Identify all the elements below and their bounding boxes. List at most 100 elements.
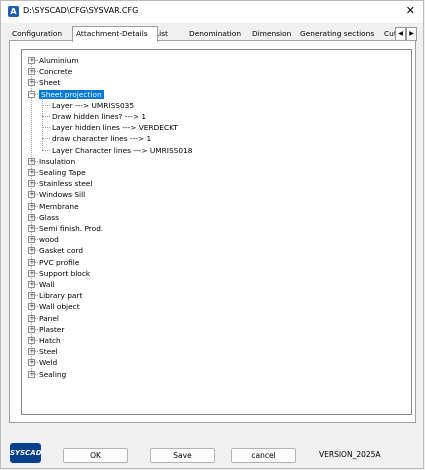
tree-expand-icon[interactable]: + [28, 157, 35, 165]
tree-expand-icon[interactable]: + [28, 213, 35, 221]
tree-branch-line [35, 93, 38, 95]
tree-child-item[interactable]: Draw hidden lines? ---> 1 [52, 111, 146, 122]
tree-branch-line [35, 261, 38, 263]
tab-dimension[interactable]: Dimension [249, 27, 297, 40]
tree-expand-icon[interactable]: + [28, 169, 35, 176]
tree-view[interactable]: + Aluminium + Concrete + Sheet − Sheet projecti… [21, 49, 412, 415]
ok-button[interactable]: OK [63, 448, 128, 463]
tree-expand-icon[interactable]: + [28, 303, 35, 311]
dialog-window: A D:\SYSCAD\CFG\SYSVAR.CFG ✕ Configurati… [0, 0, 424, 469]
tree-item[interactable]: Aluminium [39, 55, 79, 66]
tree-expand-icon[interactable]: + [28, 191, 35, 199]
tree-item[interactable]: Weld [39, 357, 57, 368]
window-title: D:\SYSCAD\CFG\SYSVAR.CFG [23, 6, 139, 15]
tree-branch-line [35, 250, 38, 252]
tree-branch-line [35, 60, 38, 61]
tree-item[interactable]: PVC profile [39, 257, 79, 268]
tree-item-label: Sheet projection [39, 89, 104, 99]
tree-item[interactable]: Windows Sill [39, 189, 85, 200]
tree-branch-line [35, 373, 38, 375]
tree-branch-line [35, 183, 38, 185]
tree-expand-icon[interactable]: + [28, 314, 35, 322]
tab-configuration[interactable]: Configuration [9, 27, 73, 40]
tree-expand-icon[interactable]: + [28, 258, 35, 266]
tree-branch-line [35, 317, 38, 319]
tree-item[interactable]: Panel [39, 313, 59, 324]
tree-expand-icon[interactable]: + [28, 180, 35, 188]
tree-branch-line [35, 205, 38, 207]
tree-item[interactable]: Wall object [39, 301, 80, 312]
tree-branch-line [42, 104, 50, 106]
app-icon: A [8, 6, 19, 17]
tree-item[interactable]: Support block [39, 268, 90, 279]
tree-child-item[interactable]: draw character lines ---> 1 [52, 133, 151, 144]
tree-item[interactable]: Semi finish. Prod. [39, 223, 103, 234]
tab-generating-sections[interactable]: Generating sections [297, 27, 383, 40]
syscad-logo: SYSCAD [10, 443, 42, 463]
tree-expand-icon[interactable]: + [28, 281, 35, 288]
tree-child-item[interactable]: Layer ---> UMRISS035 [52, 100, 134, 111]
tree-item[interactable]: Stainless steel [39, 178, 92, 189]
tree-expand-icon[interactable]: + [28, 247, 35, 255]
tree-branch-line [35, 306, 38, 308]
tree-expand-icon[interactable]: + [28, 359, 35, 367]
tree-item[interactable]: Wall [39, 279, 54, 290]
tree-item[interactable]: Sealing [39, 369, 66, 380]
title-bar: A D:\SYSCAD\CFG\SYSVAR.CFG ✕ [1, 1, 423, 23]
tree-expand-icon[interactable]: + [28, 68, 35, 76]
tree-expand-icon[interactable]: + [28, 269, 35, 277]
tab-panel: + Aluminium + Concrete + Sheet − Sheet projecti… [9, 40, 416, 423]
tree-expand-icon[interactable]: + [28, 57, 35, 64]
tree-branch-line [35, 272, 38, 274]
cancel-button[interactable]: cancel [231, 448, 296, 463]
tree-item[interactable]: Plaster [39, 324, 64, 335]
tree-item-selected[interactable]: Sheet projection [39, 89, 104, 100]
tree-collapse-icon[interactable]: − [28, 90, 35, 98]
close-icon[interactable]: ✕ [406, 4, 415, 17]
tree-branch-line [42, 149, 50, 151]
tree-branch-line [35, 194, 38, 196]
tree-branch-line [35, 284, 38, 285]
tree-branch-line [35, 362, 38, 364]
tree-item[interactable]: Hatch [39, 335, 61, 346]
tree-expand-icon[interactable]: + [28, 236, 35, 244]
save-button[interactable]: Save [150, 448, 215, 463]
tree-expand-icon[interactable]: + [28, 292, 35, 300]
tree-item[interactable]: Library part [39, 290, 82, 301]
tree-expand-icon[interactable]: + [28, 225, 35, 232]
tree-branch-line [35, 228, 38, 229]
tree-branch-line [35, 340, 38, 341]
tree-item[interactable]: Membrane [39, 201, 79, 212]
tree-item[interactable]: Glass [39, 212, 59, 223]
tree-branch-line [42, 127, 50, 129]
tree-child-line [42, 97, 43, 150]
tree-branch-line [35, 295, 38, 297]
tree-expand-icon[interactable]: + [28, 79, 35, 87]
tab-scroll-left-icon[interactable]: ◀ [395, 27, 406, 41]
tree-expand-icon[interactable]: + [28, 325, 35, 333]
tab-strip: Configuration Attachment-Details List De… [9, 26, 417, 42]
tree-branch-line [42, 116, 50, 117]
tree-item[interactable]: Gasket cord [39, 245, 83, 256]
tree-branch-line [42, 138, 50, 140]
tree-item[interactable]: Steel [39, 346, 58, 357]
tree-expand-icon[interactable]: + [28, 202, 35, 210]
tree-branch-line [35, 82, 38, 84]
tree-item[interactable]: Concrete [39, 66, 72, 77]
tree-branch-line [35, 160, 38, 162]
tab-attachment-details[interactable]: Attachment-Details [72, 26, 158, 42]
tree-child-item[interactable]: Layer Character lines ---> UMRISS018 [52, 145, 192, 156]
tree-item[interactable]: Sealing Tape [39, 167, 86, 178]
tree-item[interactable]: Insulation [39, 156, 75, 167]
tree-item[interactable]: wood [39, 234, 59, 245]
tree-expand-icon[interactable]: + [28, 337, 35, 344]
tab-denomination[interactable]: Denomination [186, 27, 248, 40]
tab-scroll-right-icon[interactable]: ▶ [406, 27, 417, 41]
tree-child-item[interactable]: Layer hidden lines ---> VERDECKT [52, 122, 178, 133]
tree-branch-line [35, 216, 38, 218]
tree-branch-line [35, 351, 38, 353]
tree-branch-line [35, 328, 38, 330]
tree-item[interactable]: Sheet [39, 77, 60, 88]
tree-expand-icon[interactable]: + [28, 348, 35, 356]
tree-expand-icon[interactable]: + [28, 370, 35, 378]
